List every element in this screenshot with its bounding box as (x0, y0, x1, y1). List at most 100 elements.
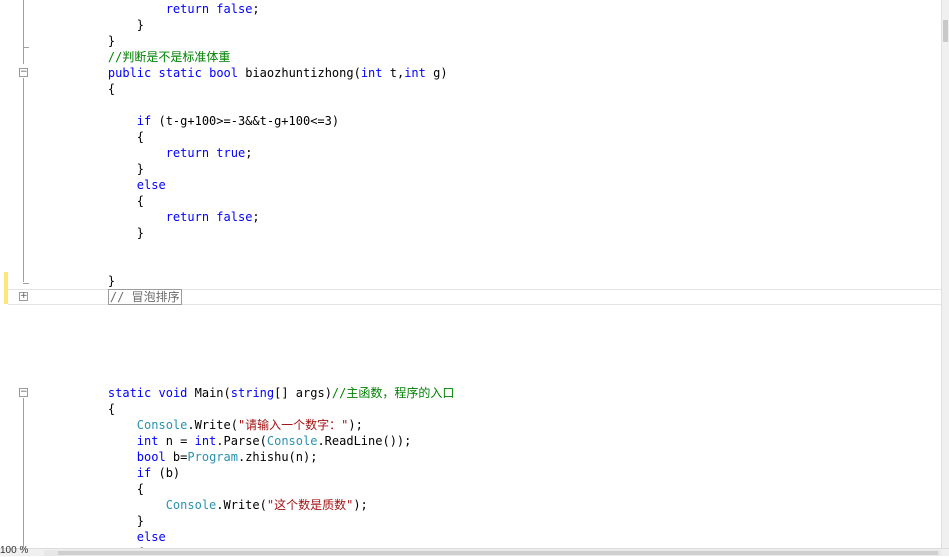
code-token: g) (425, 66, 448, 80)
code-line[interactable] (79, 97, 941, 113)
code-line[interactable]: } (79, 225, 941, 241)
editor-bottom-bar: 100 % (0, 545, 949, 557)
code-token: string (230, 386, 275, 400)
code-token: .Parse( (216, 434, 267, 448)
outline-line (23, 398, 24, 548)
horizontal-scroll-thumb[interactable] (58, 551, 938, 555)
code-token: if (136, 466, 152, 480)
code-line[interactable]: // 冒泡排序 (79, 289, 941, 305)
code-line[interactable] (79, 353, 941, 369)
code-token: n = (158, 434, 195, 448)
collapse-icon[interactable]: − (19, 68, 28, 77)
code-line[interactable] (79, 369, 941, 385)
code-line[interactable]: if (t-g+100>=-3&&t-g+100<=3) (79, 113, 941, 129)
horizontal-scrollbar[interactable] (44, 550, 941, 556)
code-line[interactable]: } (79, 17, 941, 33)
code-token: .zhishu(n); (237, 450, 318, 464)
code-token: public (107, 66, 152, 80)
code-token: bool (136, 450, 166, 464)
code-token: .Write( (187, 418, 238, 432)
code-token: } (79, 274, 116, 288)
code-token: { (79, 130, 145, 144)
code-token: } (79, 18, 145, 32)
code-line[interactable] (79, 305, 941, 321)
code-token: bool (209, 66, 238, 80)
code-token: (b) (151, 466, 181, 480)
code-area[interactable]: return false; } } //判断是不是标准体重 public sta… (30, 0, 941, 548)
code-token: false (216, 210, 253, 224)
code-line[interactable]: } (79, 273, 941, 289)
expand-icon[interactable]: + (19, 292, 28, 301)
code-line[interactable]: public static bool biaozhuntizhong(int t… (79, 65, 941, 81)
code-line[interactable] (79, 321, 941, 337)
code-token: else (136, 178, 166, 192)
code-token: int (360, 66, 383, 80)
code-token: } (79, 226, 145, 240)
code-token: "这个数是质数" (266, 498, 354, 512)
code-line[interactable]: static void Main(string[] args)//主函数，程序的… (79, 385, 941, 401)
code-line[interactable]: //判断是不是标准体重 (79, 49, 941, 65)
code-line[interactable] (79, 337, 941, 353)
code-token: } (79, 514, 145, 528)
code-line[interactable]: { (79, 193, 941, 209)
code-line[interactable]: { (79, 481, 941, 497)
collapse-icon[interactable]: − (19, 388, 28, 397)
vertical-scrollbar[interactable] (941, 0, 949, 548)
code-token: else (136, 530, 166, 544)
code-token: b= (165, 450, 188, 464)
code-token: //主函数，程序的入口 (331, 386, 455, 400)
code-token: Console (266, 434, 318, 448)
zoom-level[interactable]: 100 % (0, 545, 28, 557)
code-token: biaozhuntizhong( (238, 66, 361, 80)
code-line[interactable]: else (79, 177, 941, 193)
code-line[interactable]: else (79, 529, 941, 545)
vertical-scroll-thumb[interactable] (943, 20, 948, 42)
code-token: (t-g+100>=-3&&t-g+100<=3) (151, 114, 340, 128)
code-token: "请输入一个数字：" (237, 418, 349, 432)
code-token: return (165, 2, 210, 16)
code-line[interactable]: { (79, 401, 941, 417)
code-line[interactable] (79, 257, 941, 273)
code-line[interactable]: { (79, 81, 941, 97)
code-line[interactable]: } (79, 513, 941, 529)
code-line[interactable]: return false; (79, 209, 941, 225)
code-token: } (79, 162, 145, 176)
code-line[interactable]: { (79, 129, 941, 145)
code-line[interactable]: Console.Write("请输入一个数字："); (79, 417, 941, 433)
code-line[interactable]: return false; (79, 1, 941, 17)
outline-line (23, 0, 24, 64)
code-line[interactable]: bool b=Program.zhishu(n); (79, 449, 941, 465)
code-token: { (79, 402, 116, 416)
code-token: static (158, 66, 202, 80)
code-line[interactable] (79, 241, 941, 257)
code-token: return (165, 210, 210, 224)
collapsed-region[interactable]: // 冒泡排序 (107, 289, 182, 305)
code-token: ; (252, 210, 260, 224)
code-editor[interactable]: − + − return false; } } //判断是不是标准体重 publ… (0, 0, 949, 548)
code-line[interactable]: return true; (79, 145, 941, 161)
code-token: ; (245, 146, 253, 160)
code-line[interactable]: int n = int.Parse(Console.ReadLine()); (79, 433, 941, 449)
code-token: Program (187, 450, 238, 464)
code-line[interactable]: } (79, 161, 941, 177)
code-token: //判断是不是标准体重 (107, 50, 231, 64)
code-token: { (79, 482, 145, 496)
code-line[interactable]: if (b) (79, 465, 941, 481)
code-line[interactable]: Console.Write("这个数是质数"); (79, 497, 941, 513)
code-token: return (165, 146, 210, 160)
code-line[interactable]: } (79, 33, 941, 49)
